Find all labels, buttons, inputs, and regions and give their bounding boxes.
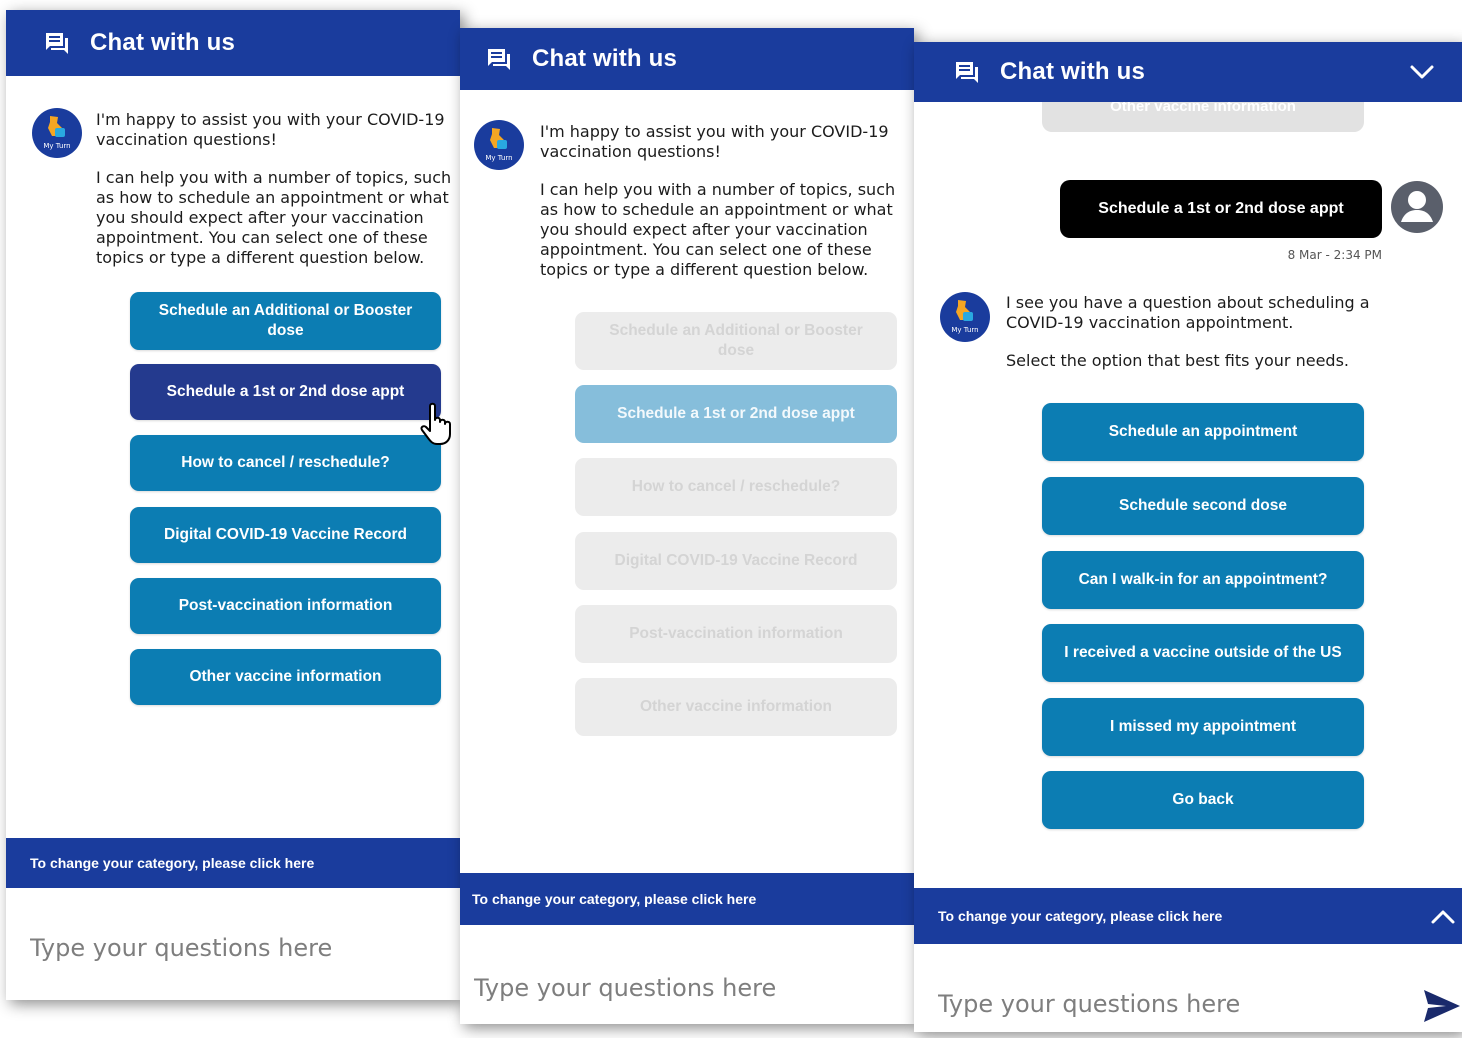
- chevron-up-icon[interactable]: [1428, 902, 1458, 930]
- option-vaccine-outside-us[interactable]: I received a vaccine outside of the US: [1042, 624, 1364, 682]
- chat-input[interactable]: [914, 984, 1394, 1024]
- topic-first-second-dose[interactable]: Schedule a 1st or 2nd dose appt: [130, 364, 441, 420]
- topic-digital-record[interactable]: Digital COVID-19 Vaccine Record: [130, 507, 441, 563]
- chat-header: Chat with us: [460, 28, 914, 90]
- bot-brand-label: My Turn: [951, 326, 979, 334]
- bear-logo-icon: [48, 116, 65, 137]
- option-schedule-appointment[interactable]: Schedule an appointment: [1042, 403, 1364, 461]
- option-missed-appointment[interactable]: I missed my appointment: [1042, 698, 1364, 756]
- chat-input[interactable]: [460, 966, 914, 1010]
- chat-header: Chat with us: [6, 10, 460, 76]
- header-title: Chat with us: [90, 29, 236, 56]
- change-category-bar[interactable]: To change your category, please click he…: [6, 838, 460, 888]
- change-category-bar[interactable]: To change your category, please click he…: [914, 888, 1462, 944]
- bot-intro: I can help you with a number of topics, …: [540, 180, 896, 279]
- bot-reply-select: Select the option that best fits your ne…: [1006, 351, 1349, 370]
- change-category-label: To change your category, please click he…: [938, 908, 1223, 924]
- change-category-bar[interactable]: To change your category, please click he…: [460, 873, 914, 925]
- chat-panel-response: Other vaccine information Chat with us S…: [914, 42, 1462, 1032]
- bot-avatar: My Turn: [474, 120, 524, 170]
- bot-brand-label: My Turn: [485, 154, 513, 162]
- topic-booster-dose: Schedule an Additional or Booster dose: [575, 312, 897, 370]
- bot-avatar: My Turn: [32, 108, 82, 158]
- option-walk-in[interactable]: Can I walk-in for an appointment?: [1042, 551, 1364, 609]
- change-category-label: To change your category, please click he…: [30, 855, 315, 871]
- bot-message: I see you have a question about scheduli…: [1006, 293, 1380, 371]
- option-go-back[interactable]: Go back: [1042, 771, 1364, 829]
- bear-logo-icon: [490, 128, 507, 149]
- user-avatar-icon: [1391, 181, 1443, 233]
- chat-header: Chat with us: [914, 42, 1462, 102]
- topic-booster-dose[interactable]: Schedule an Additional or Booster dose: [130, 292, 441, 350]
- chat-icon: [488, 49, 510, 70]
- chat-icon: [956, 62, 978, 83]
- topic-other-vaccine: Other vaccine information: [575, 678, 897, 736]
- message-timestamp: 8 Mar - 2:34 PM: [1287, 248, 1382, 262]
- chat-panel-initial: Chat with us My Turn I'm happy to assist…: [6, 10, 460, 1000]
- bot-reply-scheduling: I see you have a question about scheduli…: [1006, 293, 1370, 332]
- bot-brand-label: My Turn: [43, 142, 71, 150]
- topic-post-vaccination: Post-vaccination information: [575, 605, 897, 663]
- header-title: Chat with us: [532, 45, 678, 72]
- bot-intro: I can help you with a number of topics, …: [96, 168, 452, 267]
- topic-cancel-reschedule: How to cancel / reschedule?: [575, 458, 897, 516]
- topic-digital-record: Digital COVID-19 Vaccine Record: [575, 532, 897, 590]
- bot-greeting: I'm happy to assist you with your COVID-…: [96, 110, 445, 149]
- bot-message: I'm happy to assist you with your COVID-…: [540, 122, 906, 280]
- topic-first-second-dose: Schedule a 1st or 2nd dose appt: [575, 385, 897, 443]
- header-title: Chat with us: [1000, 58, 1146, 85]
- bear-logo-icon: [956, 300, 973, 321]
- chevron-down-icon[interactable]: [1408, 58, 1436, 86]
- bot-greeting: I'm happy to assist you with your COVID-…: [540, 122, 889, 161]
- chat-icon: [46, 33, 68, 54]
- send-icon[interactable]: [1418, 986, 1462, 1026]
- bot-message: I'm happy to assist you with your COVID-…: [96, 110, 452, 268]
- user-message: Schedule a 1st or 2nd dose appt: [1060, 180, 1382, 238]
- hand-cursor-icon: [420, 402, 451, 445]
- topic-other-vaccine[interactable]: Other vaccine information: [130, 649, 441, 705]
- chat-input[interactable]: [6, 928, 460, 968]
- topic-post-vaccination[interactable]: Post-vaccination information: [130, 578, 441, 634]
- bot-avatar: My Turn: [940, 292, 990, 342]
- change-category-label: To change your category, please click he…: [472, 891, 757, 907]
- option-schedule-second-dose[interactable]: Schedule second dose: [1042, 477, 1364, 535]
- topic-cancel-reschedule[interactable]: How to cancel / reschedule?: [130, 435, 441, 491]
- chat-panel-selected: Chat with us My Turn I'm happy to assist…: [460, 28, 914, 1024]
